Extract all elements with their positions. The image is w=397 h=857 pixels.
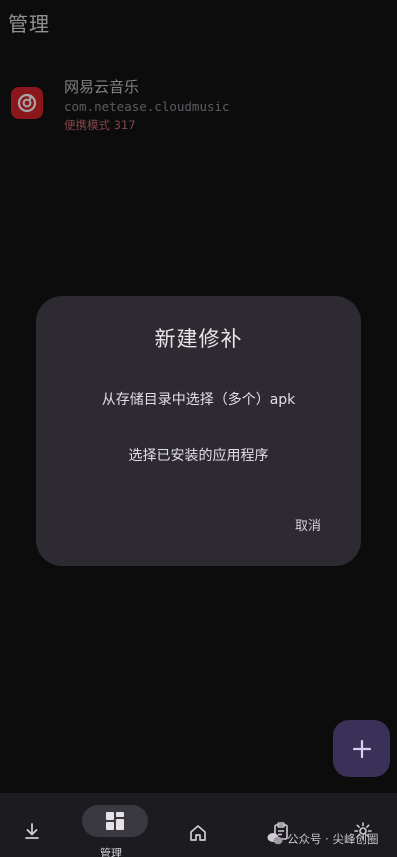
- nav-label-manage: 管理: [100, 847, 122, 857]
- download-icon: [25, 823, 39, 839]
- watermark-text: 公众号 · 尖峰创圈: [287, 832, 379, 846]
- select-installed-app-option[interactable]: 选择已安装的应用程序: [36, 445, 361, 465]
- plus-icon: [352, 739, 371, 758]
- new-patch-dialog: 新建修补 从存储目录中选择（多个）apk 选择已安装的应用程序 取消: [36, 296, 361, 566]
- nav-item-download[interactable]: [0, 793, 80, 857]
- home-icon: [190, 825, 206, 841]
- watermark: 公众号 · 尖峰创圈: [267, 831, 378, 847]
- cancel-button[interactable]: 取消: [295, 515, 321, 534]
- select-apk-option[interactable]: 从存储目录中选择（多个）apk: [36, 389, 361, 409]
- wechat-icon: [267, 833, 283, 845]
- dialog-title: 新建修补: [154, 327, 243, 351]
- nav-item-home[interactable]: [158, 793, 238, 857]
- add-button[interactable]: [333, 720, 390, 777]
- grid-icon: [106, 812, 124, 830]
- nav-item-logs[interactable]: [240, 793, 320, 857]
- nav-item-settings[interactable]: [317, 793, 397, 857]
- bottom-nav: 管理: [0, 793, 397, 857]
- nav-item-manage[interactable]: [82, 805, 148, 837]
